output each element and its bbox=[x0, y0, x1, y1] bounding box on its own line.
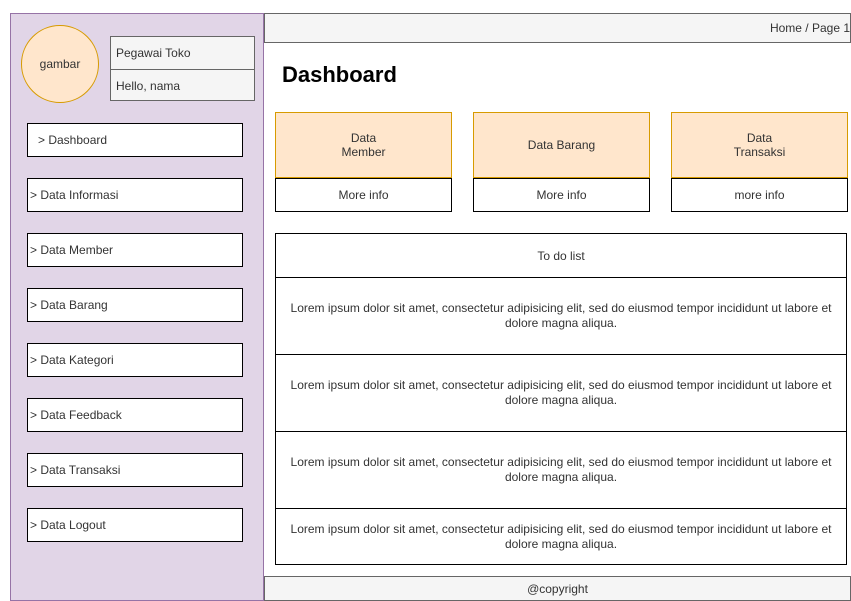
todo-list: To do list Lorem ipsum dolor sit amet, c… bbox=[275, 233, 847, 565]
user-greeting: Hello, nama bbox=[116, 79, 181, 93]
todo-item: Lorem ipsum dolor sit amet, consectetur … bbox=[276, 355, 846, 432]
top-bar: Home / Page 1 bbox=[264, 13, 851, 43]
card-more-info-button[interactable]: more info bbox=[671, 178, 848, 212]
sidebar-item-label: > Data Logout bbox=[30, 518, 106, 532]
todo-item: Lorem ipsum dolor sit amet, consectetur … bbox=[276, 278, 846, 355]
sidebar-item-label: > Data Barang bbox=[30, 298, 108, 312]
sidebar-item-label: > Data Informasi bbox=[30, 188, 119, 202]
footer: @copyright bbox=[264, 576, 851, 601]
todo-item: Lorem ipsum dolor sit amet, consectetur … bbox=[276, 432, 846, 509]
card-title: Data Barang bbox=[527, 138, 596, 152]
sidebar-item-data-transaksi[interactable]: > Data Transaksi bbox=[27, 453, 243, 487]
sidebar-item-label: > Data Kategori bbox=[30, 353, 114, 367]
sidebar-item-data-logout[interactable]: > Data Logout bbox=[27, 508, 243, 542]
card-data-barang: Data Barang bbox=[473, 112, 650, 178]
user-info-box: Pegawai Toko Hello, nama bbox=[110, 36, 255, 101]
page-title: Dashboard bbox=[282, 62, 397, 87]
sidebar-item-label: > Data Member bbox=[30, 243, 114, 257]
sidebar-item-data-feedback[interactable]: > Data Feedback bbox=[27, 398, 243, 432]
card-title: Data Transaksi bbox=[733, 131, 786, 159]
sidebar-item-label: > Dashboard bbox=[38, 133, 108, 147]
sidebar-item-data-member[interactable]: > Data Member bbox=[27, 233, 243, 267]
card-data-transaksi: Data Transaksi bbox=[671, 112, 848, 178]
card-more-info-button[interactable]: More info bbox=[473, 178, 650, 212]
avatar: gambar bbox=[21, 25, 99, 103]
todo-list-title: To do list bbox=[276, 234, 846, 278]
card-title: Data Member bbox=[341, 131, 386, 159]
user-role: Pegawai Toko bbox=[111, 37, 254, 70]
sidebar-item-data-barang[interactable]: > Data Barang bbox=[27, 288, 243, 322]
sidebar-item-dashboard[interactable]: > Dashboard bbox=[27, 123, 243, 157]
card-more-info-button[interactable]: More info bbox=[275, 178, 452, 212]
card-data-member: Data Member bbox=[275, 112, 452, 178]
sidebar-item-label: > Data Feedback bbox=[30, 408, 122, 422]
avatar-label: gambar bbox=[39, 57, 81, 71]
sidebar-item-label: > Data Transaksi bbox=[30, 463, 121, 477]
sidebar-item-data-kategori[interactable]: > Data Kategori bbox=[27, 343, 243, 377]
breadcrumb[interactable]: Home / Page 1 bbox=[770, 21, 850, 35]
copyright-text: @copyright bbox=[527, 581, 588, 596]
todo-item: Lorem ipsum dolor sit amet, consectetur … bbox=[290, 521, 832, 551]
sidebar-item-data-informasi[interactable]: > Data Informasi bbox=[27, 178, 243, 212]
